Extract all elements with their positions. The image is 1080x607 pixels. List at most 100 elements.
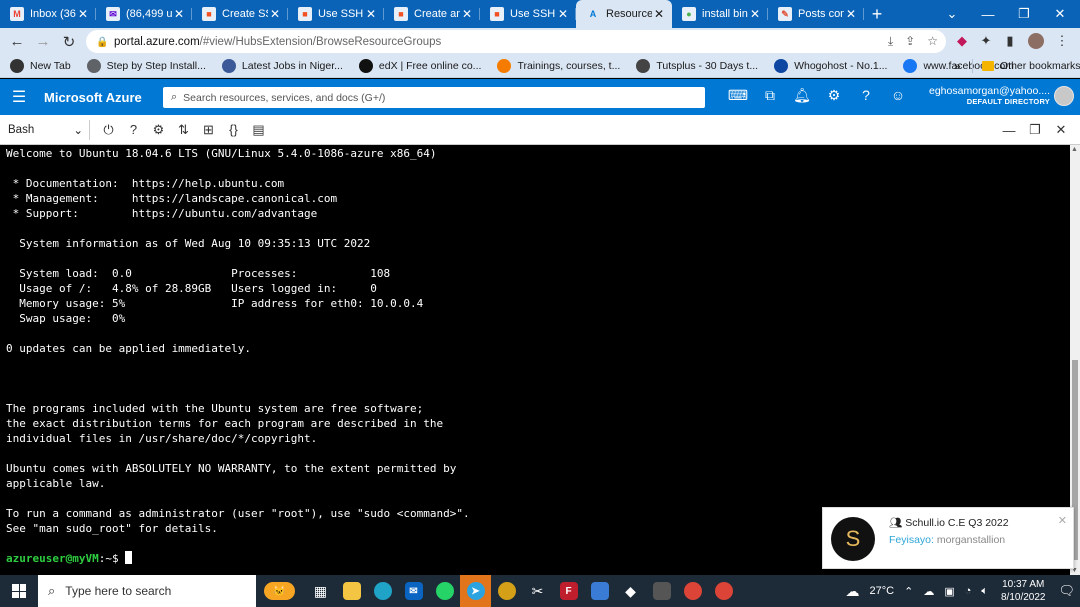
tab-close-icon[interactable]: ✕ [556,7,570,21]
tab-close-icon[interactable]: ✕ [172,7,186,21]
tab-close-icon[interactable]: ✕ [364,7,378,21]
telegram-icon[interactable]: ➤ [460,575,491,607]
editor-braces-icon[interactable]: {} [221,122,246,137]
tab-close-icon[interactable]: ✕ [844,7,858,21]
onedrive-icon[interactable]: ☁ [923,585,934,598]
browser-tab[interactable]: ● install bing✕ [672,0,768,28]
install-app-icon[interactable]: ⤓ [888,34,893,49]
sourcetree-icon[interactable]: ◆ [615,575,646,607]
calculator-icon[interactable] [646,575,677,607]
task-view-icon[interactable]: ▦ [305,575,336,607]
help-icon[interactable]: ? [850,87,882,104]
browser-menu-icon[interactable]: ⋮ [1052,31,1072,51]
extensions-puzzle-icon[interactable]: ✦ [976,31,996,51]
bookmark-item[interactable]: Tutsplus - 30 Days t... [636,59,758,73]
whatsapp-icon[interactable] [429,575,460,607]
bookmark-item[interactable]: Whogohost - No.1... [774,59,887,73]
bookmark-favicon-icon [774,59,789,73]
weather-temp[interactable]: 27°C [870,585,895,597]
scroll-up-icon[interactable]: ▲ [1071,146,1078,153]
notifications-bell-icon[interactable]: 🔔︎ [786,87,818,104]
tab-close-icon[interactable]: ✕ [748,7,762,21]
browser-tab[interactable]: ■ Create and✕ [384,0,480,28]
close-window-button[interactable]: ✕ [1042,0,1078,28]
shell-help-icon[interactable]: ? [121,122,146,137]
bookmark-star-icon[interactable]: ☆ [927,34,938,49]
address-bar[interactable]: 🔒 portal.azure.com/#view/HubsExtension/B… [86,30,946,53]
side-panel-icon[interactable]: ▮ [1000,31,1020,51]
reload-icon[interactable]: ↻ [56,33,82,51]
tray-chevron-icon[interactable]: ⌃ [904,585,913,598]
feedback-icon[interactable]: ☺ [882,87,914,104]
taskbar-search-input[interactable]: ⌕ Type here to search [38,575,256,607]
tab-close-icon[interactable]: ✕ [268,7,282,21]
account-menu[interactable]: eghosamorgan@yahoo.... DEFAULT DIRECTORY [929,85,1050,106]
gmail-icon: M [10,7,24,21]
edge-icon[interactable] [367,575,398,607]
profile-avatar-icon[interactable] [1026,31,1046,51]
restart-power-icon[interactable]: ⏻ [96,122,121,138]
maximize-button[interactable]: ❐ [1006,0,1042,28]
minimize-button[interactable]: — [970,0,1006,28]
other-bookmarks[interactable]: Other bookmarks [982,60,1080,72]
cloud-shell-icon[interactable]: ⌨ [722,87,754,104]
clock[interactable]: 10:37 AM 8/10/2022 [1001,578,1046,604]
file-explorer-icon[interactable] [336,575,367,607]
shell-settings-icon[interactable]: ⚙ [146,122,171,138]
bookmark-item[interactable]: New Tab [10,59,71,73]
browser-tab[interactable]: ■ Use SSH k✕ [288,0,384,28]
shell-minimize-icon[interactable]: — [996,123,1022,138]
puzzle-app-icon[interactable] [584,575,615,607]
news-widget-icon[interactable]: 🐱 [264,575,295,607]
bookmark-favicon-icon [10,59,24,73]
browser-tab[interactable]: ✎ Posts cont✕ [768,0,864,28]
tab-close-icon[interactable]: ✕ [652,7,666,21]
forward-icon[interactable]: → [30,33,56,50]
start-button[interactable] [0,575,38,607]
bookmark-item[interactable]: Trainings, courses, t... [497,59,620,73]
browser-tab-title: Use SSH k [318,8,364,20]
account-avatar[interactable] [1054,86,1074,106]
portal-menu-icon[interactable]: ☰ [0,87,38,107]
mail-icon[interactable]: ✉ [398,575,429,607]
browser-tab[interactable]: A Resource g✕ [576,0,672,28]
action-center-icon[interactable]: 🗨︎ [1058,583,1075,599]
display-icon[interactable]: ▣ [944,585,954,598]
directory-filter-icon[interactable]: ⧉ [754,87,786,104]
bookmark-item[interactable]: edX | Free online co... [358,59,481,73]
browser-tab[interactable]: M Inbox (36,7✕ [0,0,96,28]
filezilla-icon[interactable]: F [553,575,584,607]
extension-color-icon[interactable]: ◆ [952,31,972,51]
bookmark-item[interactable]: Latest Jobs in Niger... [221,59,343,73]
tab-search-icon[interactable]: ⌄ [934,0,970,28]
shell-type-select[interactable]: Bash ⌄ [0,119,90,140]
browser-tab[interactable]: ■ Create SSH✕ [192,0,288,28]
web-preview-icon[interactable]: ▤ [246,122,271,138]
open-session-icon[interactable]: ⊞ [196,122,221,138]
new-tab-button[interactable]: + [864,4,890,25]
tab-close-icon[interactable]: ✕ [460,7,474,21]
shell-maximize-icon[interactable]: ❐ [1022,122,1048,138]
bookmark-item[interactable]: Step by Step Install... [86,59,206,73]
chat-notification[interactable]: S 👥︎ Schull.io C.E Q3 2022 Feyisayo: mor… [822,507,1074,569]
wifi-icon[interactable]: ◔ [965,585,972,597]
shell-close-icon[interactable]: ✕ [1048,122,1074,138]
browser-tab[interactable]: ■ Use SSH k✕ [480,0,576,28]
app-gear-icon[interactable] [491,575,522,607]
chrome-profile-icon[interactable] [708,575,739,607]
share-icon[interactable]: ⇪ [905,34,915,49]
upload-download-icon[interactable]: ⇅ [171,122,196,138]
more-bookmarks-icon[interactable]: » [954,59,961,73]
browser-tab[interactable]: ✉ (86,499 un✕ [96,0,192,28]
close-icon[interactable]: ✕ [1058,514,1067,527]
weather-icon[interactable]: ☁ [846,583,860,600]
back-icon[interactable]: ← [4,33,30,50]
azure-brand[interactable]: Microsoft Azure [44,90,154,105]
azure-search-input[interactable]: ⌕ Search resources, services, and docs (… [163,87,705,108]
snipping-tool-icon[interactable]: ✂ [522,575,553,607]
volume-icon[interactable]: 🔈︎ [981,585,988,598]
chrome-icon[interactable] [677,575,708,607]
settings-gear-icon[interactable]: ⚙ [818,87,850,104]
tab-close-icon[interactable]: ✕ [76,7,90,21]
